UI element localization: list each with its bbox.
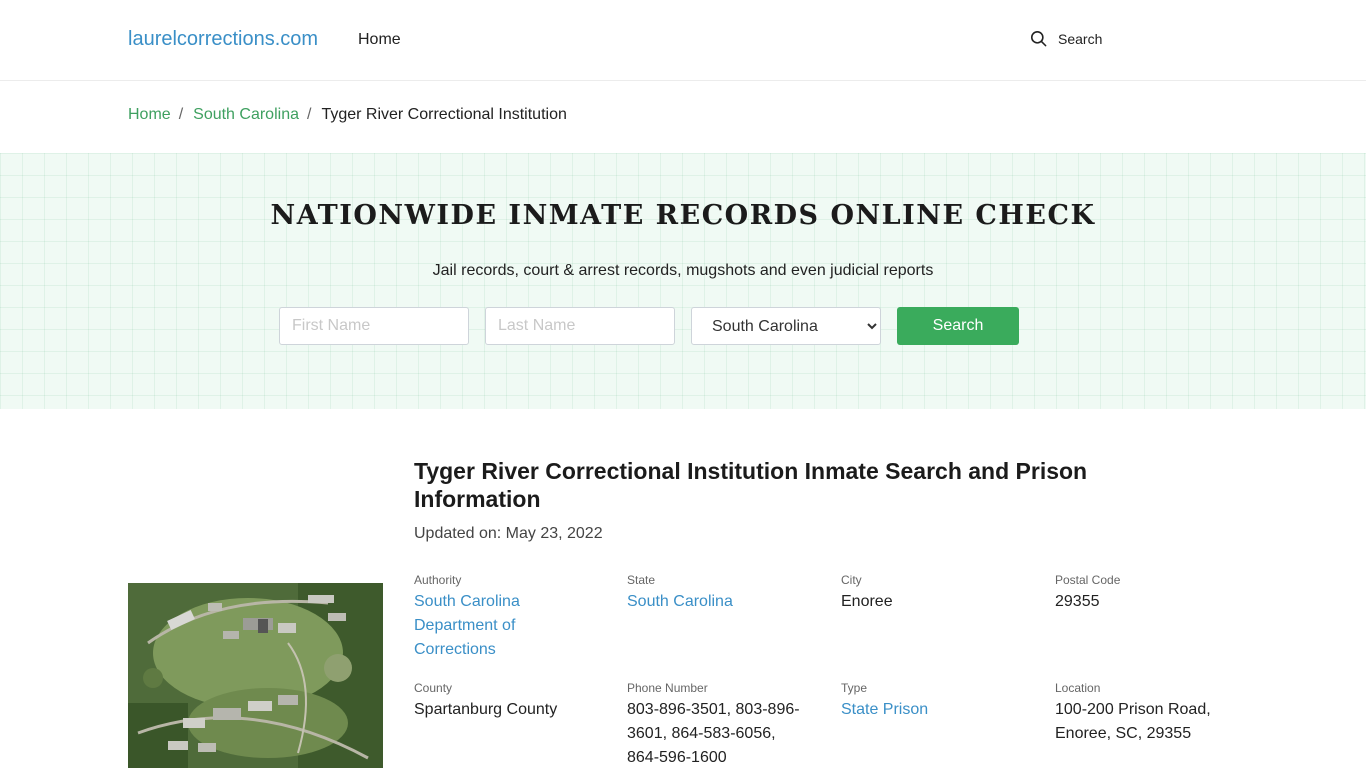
search-icon xyxy=(1030,30,1047,47)
page-title: Tyger River Correctional Institution Inm… xyxy=(414,458,1088,512)
breadcrumb-separator: / xyxy=(306,106,312,123)
header-search-button[interactable]: Search xyxy=(1029,29,1102,48)
breadcrumb-current: Tyger River Correctional Institution xyxy=(321,106,567,123)
brand-link[interactable]: laurelcorrections.com xyxy=(128,28,318,51)
nav-home-link[interactable]: Home xyxy=(358,31,401,49)
first-name-input[interactable] xyxy=(279,307,469,345)
phone-label: Phone Number xyxy=(627,681,708,695)
county-label: County xyxy=(414,681,453,695)
updated-value: May 23, 2022 xyxy=(505,525,603,542)
location-label: Location xyxy=(1055,681,1101,695)
county-value: Spartanburg County xyxy=(414,701,558,718)
facility-aerial-photo xyxy=(128,583,383,768)
updated-label: Updated on: xyxy=(414,525,502,542)
authority-label: Authority xyxy=(414,573,462,587)
info-city: City Enoree xyxy=(841,572,1036,614)
info-county: County Spartanburg County xyxy=(414,680,609,722)
postal-code-value: 29355 xyxy=(1055,593,1100,610)
city-label: City xyxy=(841,573,862,587)
authority-link[interactable]: South Carolina Department of Corrections xyxy=(414,590,564,662)
info-postal-code: Postal Code 29355 xyxy=(1055,572,1250,614)
site-header: laurelcorrections.com Home Search xyxy=(0,0,1366,81)
hero-title: NATIONWIDE INMATE RECORDS ONLINE CHECK xyxy=(270,200,1096,231)
breadcrumb-separator: / xyxy=(178,106,184,123)
breadcrumb-state-link[interactable]: South Carolina xyxy=(193,106,299,124)
state-link[interactable]: South Carolina xyxy=(627,590,822,614)
info-phone: Phone Number 803-896-3501, 803-896-3601,… xyxy=(627,680,812,768)
postal-code-label: Postal Code xyxy=(1055,573,1121,587)
last-name-input[interactable] xyxy=(485,307,675,345)
breadcrumb: Home / South Carolina / Tyger River Corr… xyxy=(128,106,567,124)
type-link[interactable]: State Prison xyxy=(841,698,1036,722)
state-select[interactable]: South Carolina xyxy=(691,307,881,345)
info-type: Type State Prison xyxy=(841,680,1036,722)
info-state: State South Carolina xyxy=(627,572,822,614)
facility-aerial-image xyxy=(128,583,383,768)
breadcrumb-home-link[interactable]: Home xyxy=(128,106,171,124)
state-label: State xyxy=(627,573,656,587)
search-button[interactable]: Search xyxy=(897,307,1019,345)
search-hero: NATIONWIDE INMATE RECORDS ONLINE CHECK J… xyxy=(0,153,1366,409)
info-authority: Authority South Carolina Department of C… xyxy=(414,572,609,662)
info-location: Location 100-200 Prison Road, Enoree, SC… xyxy=(1055,680,1225,746)
city-value: Enoree xyxy=(841,593,893,610)
phone-value: 803-896-3501, 803-896-3601, 864-583-6056… xyxy=(627,701,800,766)
header-search-label: Search xyxy=(1058,30,1103,47)
type-label: Type xyxy=(841,681,868,695)
updated-date: Updated on: May 23, 2022 xyxy=(414,525,603,543)
location-value: 100-200 Prison Road, Enoree, SC, 29355 xyxy=(1055,701,1211,742)
hero-subtitle: Jail records, court & arrest records, mu… xyxy=(432,262,934,279)
